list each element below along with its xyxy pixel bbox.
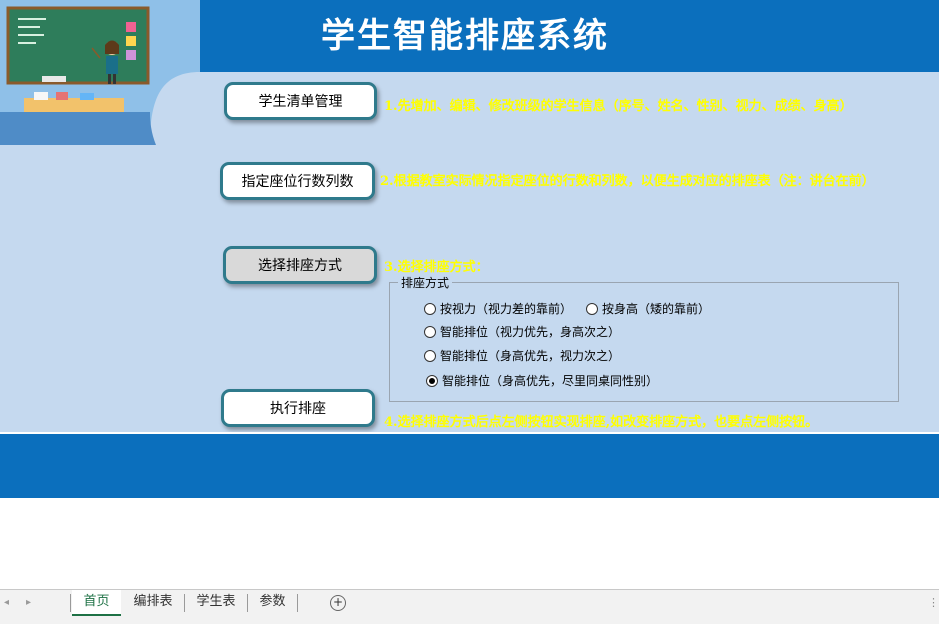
next-sheet-icon[interactable]: ▸: [26, 597, 31, 608]
tab-separator: [297, 594, 298, 612]
tab-arrangement[interactable]: 编排表: [124, 590, 182, 614]
student-list-button[interactable]: 学生清单管理: [224, 82, 377, 120]
radio-circle-icon: [424, 325, 436, 338]
radio-selected-icon: [426, 374, 438, 387]
tab-separator: [70, 594, 71, 612]
radio-circle-icon: [586, 302, 598, 315]
radio-circle-icon: [424, 302, 436, 315]
tab-students[interactable]: 学生表: [187, 590, 245, 614]
step-3-text: 3.选择排座方式：: [384, 260, 489, 275]
select-seating-method-button[interactable]: 选择排座方式: [223, 246, 377, 284]
tab-separator: [247, 594, 248, 612]
radio-by-height[interactable]: 按身高（矮的靠前）: [586, 300, 710, 317]
radio-by-vision[interactable]: 按视力（视力差的靠前）: [424, 300, 572, 317]
more-options-icon[interactable]: ⋮: [928, 596, 939, 609]
classroom-illustration: [0, 0, 200, 145]
radio-smart-height-first[interactable]: 智能排位（身高优先，视力次之）: [424, 347, 620, 364]
footer-band: [0, 434, 939, 498]
step-2-text: 2.根据教室实际情况指定座位的行数和列数，以便生成对应的排座表（注：讲台在前）: [380, 174, 875, 189]
tab-params[interactable]: 参数: [250, 590, 295, 614]
radio-smart-vision-first[interactable]: 智能排位（视力优先，身高次之）: [424, 323, 620, 340]
tab-separator: [184, 594, 185, 612]
add-sheet-icon[interactable]: +: [330, 595, 346, 611]
page-title: 学生智能排座系统: [321, 16, 609, 56]
seat-rows-cols-button[interactable]: 指定座位行数列数: [220, 162, 375, 200]
prev-sheet-icon[interactable]: ◂: [4, 597, 9, 608]
tab-home[interactable]: 首页: [72, 590, 121, 616]
radio-circle-icon: [424, 349, 436, 362]
radio-smart-height-gender[interactable]: 智能排位（身高优先，尽里同桌同性别）: [426, 372, 658, 389]
step-1-text: 1.先增加、编辑、修改班级的学生信息（序号、姓名、性别、视力、成绩、身高）: [384, 99, 853, 114]
seating-method-legend: 排座方式: [398, 274, 453, 291]
execute-seating-button[interactable]: 执行排座: [221, 389, 375, 427]
step-4-text: 4.选择排座方式后点左侧按钮实现排座,如改变排座方式，也要点左侧按钮。: [384, 415, 819, 430]
